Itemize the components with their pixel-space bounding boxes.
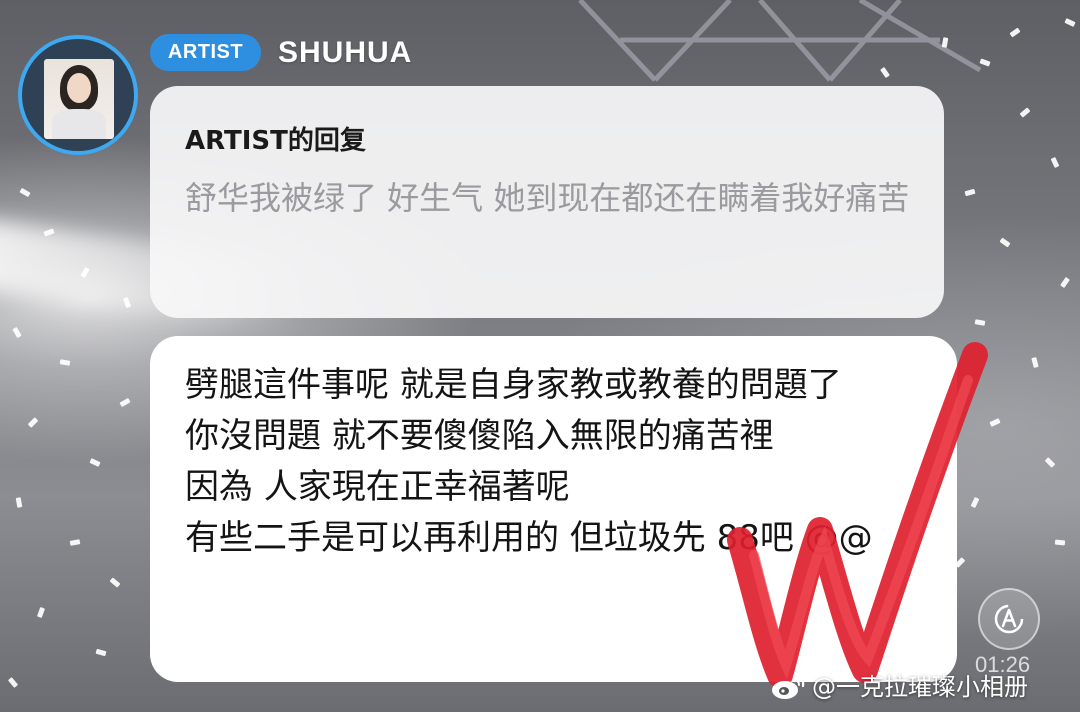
artist-badge: ARTIST <box>150 34 261 71</box>
reply-heading: ARTIST的回复 <box>185 126 366 156</box>
watermark: @一克拉璀璨小相册 <box>770 670 1028 704</box>
weibo-logo-icon <box>772 674 805 699</box>
red-scribble-mark <box>727 342 988 688</box>
artist-username[interactable]: SHUHUA <box>278 34 412 71</box>
auto-rotate-button[interactable] <box>978 588 1040 650</box>
stage-truss <box>578 0 982 82</box>
avatar[interactable] <box>18 35 138 155</box>
profile-photo <box>44 59 114 139</box>
reply-quote-card: ARTIST的回复 舒华我被绿了 好生气 她到现在都还在瞒着我好痛苦 <box>150 86 944 318</box>
auto-rotate-icon <box>994 604 1024 634</box>
watermark-text: @一克拉璀璨小相册 <box>812 673 1028 701</box>
quoted-fan-message: 舒华我被绿了 好生气 她到现在都还在瞒着我好痛苦 <box>185 179 910 217</box>
